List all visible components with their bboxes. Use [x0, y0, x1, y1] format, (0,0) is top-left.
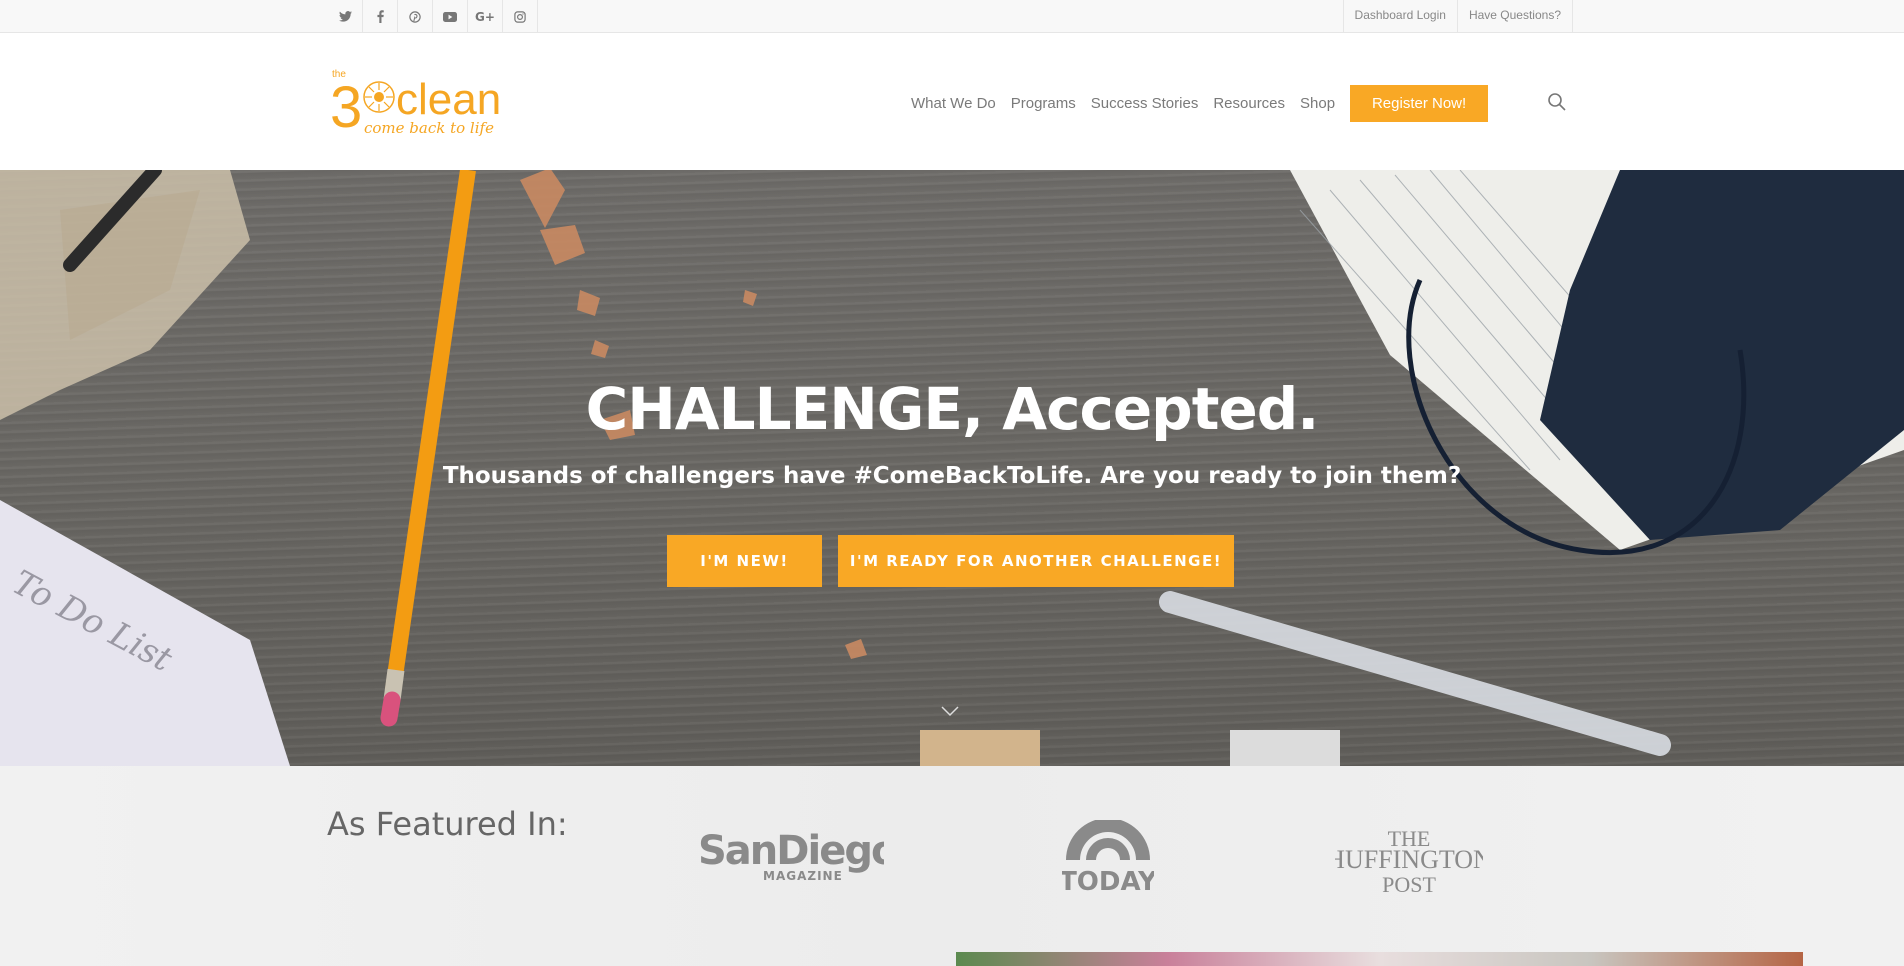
pinterest-icon[interactable]	[398, 0, 433, 33]
huffington-post-logo: THE HUFFINGTON POST	[1335, 826, 1483, 896]
main-nav: What We Do Programs Success Stories Reso…	[911, 85, 1489, 122]
nav-what-we-do[interactable]: What We Do	[911, 95, 996, 112]
facebook-icon[interactable]	[363, 0, 398, 33]
google-plus-icon[interactable]: G+	[468, 0, 503, 33]
svg-text:3: 3	[330, 75, 362, 137]
im-new-button[interactable]: I'M NEW!	[667, 535, 822, 587]
nav-resources[interactable]: Resources	[1213, 95, 1285, 112]
dashboard-login-link[interactable]: Dashboard Login	[1342, 0, 1457, 33]
san-diego-magazine-logo: SanDiego MAGAZINE	[698, 828, 884, 883]
another-challenge-button[interactable]: I'M READY FOR ANOTHER CHALLENGE!	[838, 535, 1234, 587]
nav-programs[interactable]: Programs	[1011, 95, 1076, 112]
svg-text:HUFFINGTON: HUFFINGTON	[1335, 845, 1483, 874]
svg-text:come back to life: come back to life	[364, 119, 494, 137]
search-icon[interactable]	[1547, 92, 1567, 112]
top-bar: G+ Dashboard Login Have Questions?	[0, 0, 1904, 33]
instagram-icon[interactable]	[503, 0, 538, 33]
site-header: the 3 clean come back to life What We Do…	[0, 33, 1904, 170]
svg-text:TODAY: TODAY	[1062, 867, 1154, 894]
hero-section: To Do List CHALLENGE, Accepted. Thousand…	[0, 170, 1904, 766]
register-button[interactable]: Register Now!	[1350, 85, 1489, 122]
nav-success-stories[interactable]: Success Stories	[1091, 95, 1199, 112]
site-logo[interactable]: the 3 clean come back to life	[330, 67, 535, 137]
twitter-icon[interactable]	[328, 0, 363, 33]
nav-shop[interactable]: Shop	[1300, 95, 1335, 112]
featured-title: As Featured In:	[327, 805, 568, 843]
scroll-down-icon[interactable]	[940, 704, 960, 718]
today-show-logo: TODAY	[1062, 820, 1154, 894]
svg-text:SanDiego: SanDiego	[698, 828, 884, 874]
social-links: G+	[328, 0, 538, 33]
hero-subtitle: Thousands of challengers have #ComeBackT…	[442, 463, 1462, 489]
featured-background	[50, 766, 1804, 966]
top-links: Dashboard Login Have Questions?	[1342, 0, 1573, 33]
food-image-edge	[956, 952, 1803, 966]
svg-text:clean: clean	[396, 75, 501, 124]
youtube-icon[interactable]	[433, 0, 468, 33]
svg-text:POST: POST	[1382, 872, 1436, 896]
have-questions-link[interactable]: Have Questions?	[1456, 0, 1573, 33]
hero-title: CHALLENGE, Accepted.	[585, 375, 1320, 443]
svg-text:MAGAZINE: MAGAZINE	[763, 869, 843, 883]
featured-section: As Featured In: SanDiego MAGAZINE TODAY …	[0, 766, 1904, 966]
